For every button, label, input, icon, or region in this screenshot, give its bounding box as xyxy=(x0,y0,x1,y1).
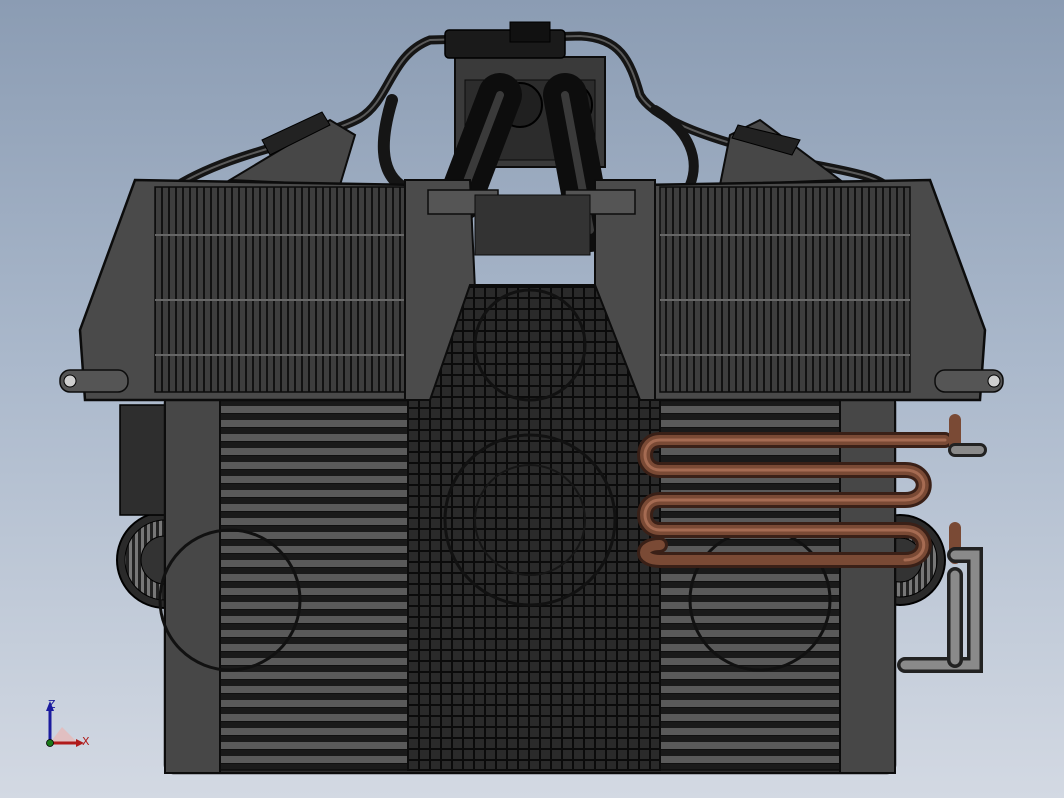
center-fan-grille xyxy=(407,284,661,771)
engine-model-front-view[interactable] xyxy=(0,0,1064,798)
right-cylinder-head xyxy=(718,118,843,187)
left-cylinder-head xyxy=(226,111,357,187)
axis-z-label: Z xyxy=(48,698,56,711)
axis-x-label: X xyxy=(82,735,90,748)
upper-cooler-left xyxy=(59,178,422,402)
upper-cooler-right xyxy=(638,178,1004,402)
3d-viewport[interactable]: Z X xyxy=(0,0,1064,798)
orientation-triad: Z X xyxy=(38,695,98,755)
